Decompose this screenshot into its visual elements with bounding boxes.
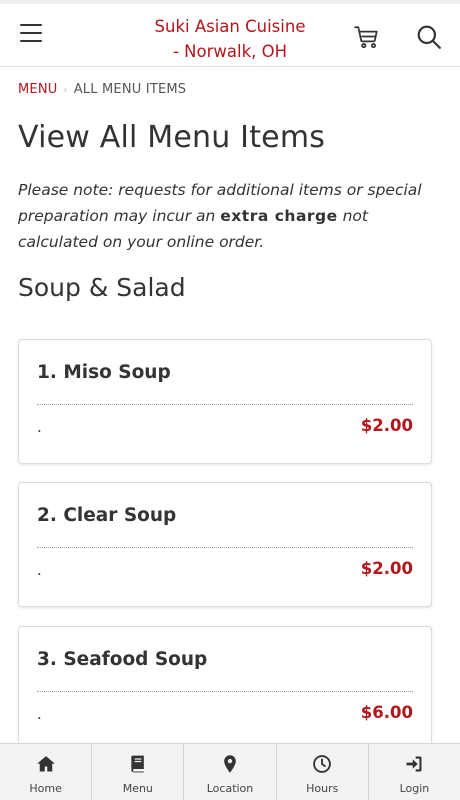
breadcrumb-separator-icon: ›	[63, 85, 68, 96]
menu-item-price: $2.00	[360, 416, 413, 435]
book-icon	[128, 754, 148, 778]
nav-hours[interactable]: Hours	[277, 744, 369, 800]
nav-label: Menu	[122, 782, 153, 795]
section-title: Soup & Salad	[18, 273, 186, 302]
breadcrumb-current: ALL MENU ITEMS	[73, 82, 187, 97]
order-note: Please note: requests for additional ite…	[18, 177, 428, 255]
page-title: View All Menu Items	[18, 120, 326, 155]
menu-item-description: .	[37, 418, 42, 436]
menu-item-name: 1. Miso Soup	[37, 362, 171, 383]
menu-item-card[interactable]: 2. Clear Soup . $2.00	[18, 482, 432, 607]
clock-icon	[312, 754, 332, 778]
nav-home[interactable]: Home	[0, 744, 93, 800]
menu-item-description: .	[37, 705, 42, 723]
menu-item-card[interactable]: 3. Seafood Soup . $6.00	[18, 626, 432, 751]
nav-label: Home	[29, 782, 62, 795]
menu-item-description: .	[37, 561, 42, 579]
dotted-divider	[37, 404, 413, 405]
dotted-divider	[37, 691, 413, 692]
menu-item-name: 2. Clear Soup	[37, 505, 177, 526]
bottom-navigation: Home Menu Location Hours Login	[0, 743, 460, 800]
dotted-divider	[37, 547, 413, 548]
nav-login[interactable]: Login	[369, 744, 460, 800]
menu-item-name: 3. Seafood Soup	[37, 649, 208, 670]
home-icon	[36, 754, 56, 778]
note-extra-charge: extra charge	[220, 207, 338, 225]
brand-line-1: Suki Asian Cuisine	[154, 17, 306, 36]
menu-item-card[interactable]: 1. Miso Soup . $2.00	[18, 339, 432, 464]
hamburger-menu-icon[interactable]	[20, 24, 42, 42]
nav-label: Hours	[306, 782, 339, 795]
app-header: Suki Asian Cuisine - Norwalk, OH	[0, 4, 460, 67]
nav-menu[interactable]: Menu	[92, 744, 185, 800]
menu-item-price: $6.00	[360, 703, 413, 722]
brand-line-2: - Norwalk, OH	[172, 42, 288, 61]
cart-icon[interactable]	[354, 24, 380, 50]
search-icon[interactable]	[416, 24, 442, 50]
nav-location[interactable]: Location	[184, 744, 277, 800]
breadcrumb-menu-link[interactable]: MENU	[18, 82, 57, 97]
map-pin-icon	[220, 754, 240, 778]
breadcrumb: MENU › ALL MENU ITEMS	[18, 82, 186, 97]
sign-in-icon	[404, 754, 424, 778]
nav-label: Location	[206, 782, 254, 795]
nav-label: Login	[399, 782, 430, 795]
menu-item-price: $2.00	[360, 559, 413, 578]
restaurant-brand[interactable]: Suki Asian Cuisine - Norwalk, OH	[140, 14, 320, 64]
